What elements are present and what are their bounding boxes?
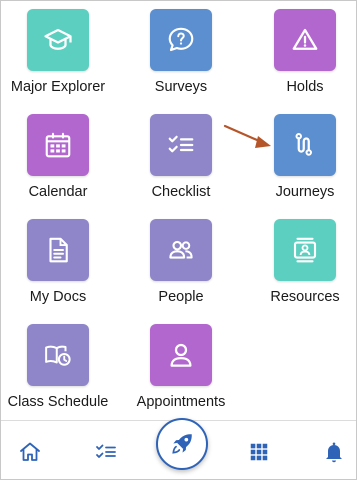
people-tile[interactable] [150,219,212,281]
appointments-label: Appointments [136,394,226,410]
journeys-label: Journeys [275,184,335,200]
calendar-tile[interactable] [27,114,89,176]
launch-button[interactable] [156,418,208,470]
id-card-icon [293,237,317,263]
class-schedule-tile[interactable] [27,324,89,386]
annotation-arrow [223,124,271,148]
book-clock-icon [45,345,71,366]
my-docs-label: My Docs [29,289,87,305]
journeys-tile[interactable] [274,114,336,176]
surveys-tile[interactable] [150,9,212,71]
checklist-icon [168,135,194,153]
checklist-icon [96,444,116,458]
rocket-icon [172,434,192,454]
surveys-label: Surveys [154,79,208,95]
class-schedule-label: Class Schedule [7,394,109,410]
checklist-tile[interactable] [150,114,212,176]
calendar-label: Calendar [28,184,88,200]
grid-icon [250,443,268,461]
home-icon [20,442,40,461]
nav-grid[interactable] [246,439,272,465]
my-docs-tile[interactable] [27,219,89,281]
nav-home[interactable] [17,439,43,465]
calendar-icon [45,132,71,158]
question-bubble-icon [168,27,194,52]
major-explorer-label: Major Explorer [10,79,106,95]
person-icon [170,343,192,367]
nav-notifications[interactable] [321,439,347,465]
checklist-label: Checklist [151,184,211,200]
nav-checklist[interactable] [93,439,119,465]
appointments-tile[interactable] [150,324,212,386]
holds-tile[interactable] [274,9,336,71]
warning-triangle-icon [292,28,318,50]
resources-label: Resources [270,289,340,305]
major-explorer-tile[interactable] [27,9,89,71]
resources-tile[interactable] [274,219,336,281]
route-icon [295,133,312,156]
people-icon [169,240,193,259]
document-icon [49,237,68,263]
bell-icon [326,442,342,463]
graduation-cap-icon [44,28,72,50]
holds-label: Holds [286,79,324,95]
people-label: People [158,289,204,305]
